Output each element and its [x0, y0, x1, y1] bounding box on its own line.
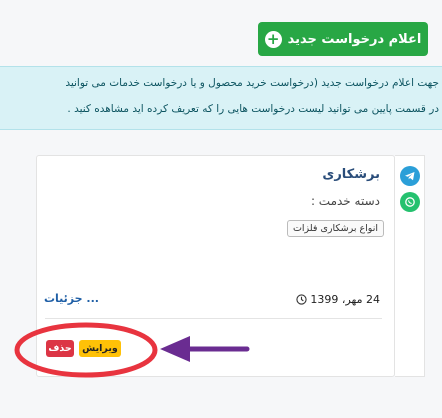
category-label: دسته خدمت :: [310, 194, 380, 208]
info-alert: جهت اعلام درخواست جدید (درخواست خرید محص…: [0, 66, 442, 130]
divider: [45, 318, 382, 319]
edit-button[interactable]: ویرایش: [79, 340, 121, 357]
details-link[interactable]: جزئیات ...: [44, 292, 99, 305]
plus-icon: +: [264, 30, 282, 48]
category-tag: انواع برشکاری فلزات: [286, 220, 384, 237]
card-title: برشکاری: [322, 167, 380, 182]
delete-button[interactable]: حذف: [46, 340, 74, 357]
info-line-text: در قسمت پایین می توانید لیست درخواست های…: [67, 103, 439, 115]
clock-icon: [296, 294, 308, 305]
request-date: 24 مهر، 1399: [296, 293, 380, 306]
info-line: در قسمت پایین می توانید لیست درخواست های…: [67, 103, 439, 115]
date-text: 24 مهر، 1399: [310, 293, 380, 306]
telegram-icon[interactable]: [400, 166, 420, 186]
info-line: جهت اعلام درخواست جدید (درخواست خرید محص…: [65, 77, 439, 89]
new-request-button[interactable]: اعلام درخواست جدید +: [258, 22, 428, 56]
share-sidebar: [395, 155, 425, 377]
new-request-label: اعلام درخواست جدید: [287, 31, 422, 47]
request-card: برشکاری دسته خدمت : انواع برشکاری فلزات …: [36, 155, 395, 377]
info-line-text: جهت اعلام درخواست جدید (درخواست خرید محص…: [65, 77, 439, 89]
whatsapp-icon[interactable]: [400, 192, 420, 212]
